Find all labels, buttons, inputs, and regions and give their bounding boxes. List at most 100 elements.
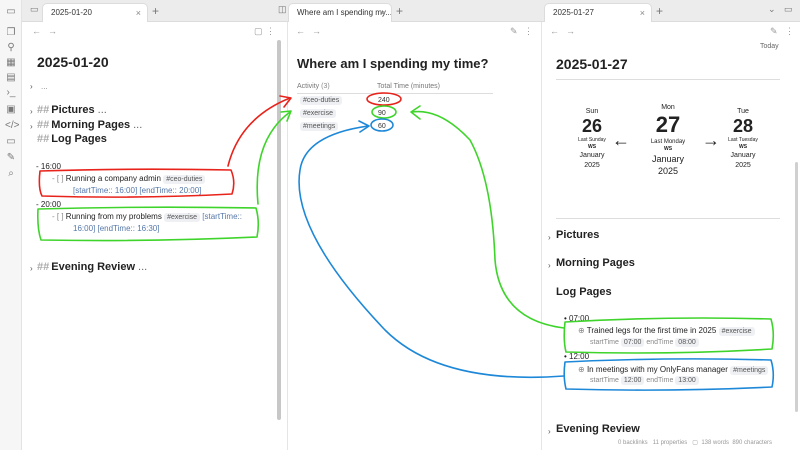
tab-2025-01-27[interactable]: 2025-01-27 × [544, 3, 652, 22]
table-cell-activity[interactable]: #ceo-duties [300, 96, 343, 105]
back-arrow-icon[interactable]: ← [550, 26, 559, 36]
page-title: 2025-01-20 [37, 54, 109, 70]
arrow-right-icon[interactable]: → [702, 130, 720, 151]
chevron-right-icon[interactable]: › [548, 261, 551, 270]
calendar-next-day[interactable]: Tue 28 Last Tuesday WS January 2025 [722, 108, 764, 171]
calendar-icon[interactable]: ▤ [5, 72, 17, 84]
note-pane-right: ← → ✎ ⋮ Today 2025-01-27 Sun 26 Last Sun… [541, 22, 800, 450]
tab-2025-01-20[interactable]: 2025-01-20 × [42, 3, 148, 22]
heading-morning-pages: ## Morning Pages... [37, 119, 143, 131]
heading-morning-pages: Morning Pages [556, 257, 635, 269]
new-tab-button[interactable]: + [656, 3, 663, 19]
chevron-down-icon[interactable]: ⌄ [768, 4, 776, 15]
column-header-activity[interactable]: Activity (3) [297, 83, 330, 90]
table-cell-activity[interactable]: #meetings [300, 122, 339, 131]
heading-evening-review: ## Evening Review... [37, 261, 148, 273]
word-count: 138 words [701, 440, 729, 446]
task-properties: 16:00] [endTime:: 16:30] [73, 224, 160, 233]
tab-label: Where am I spending my... [297, 8, 392, 17]
calendar-current-day: Mon 27 Last Monday WS January 2025 [650, 104, 686, 176]
chevron-right-icon[interactable]: › [30, 107, 33, 116]
sidebar-right-toggle-icon[interactable]: ▭ [784, 4, 793, 15]
forward-arrow-icon[interactable]: → [48, 26, 57, 36]
divider [556, 218, 780, 219]
task-properties: [startTime:: 16:00] [endTime:: 20:00] [73, 186, 202, 195]
chevron-right-icon[interactable]: › [30, 264, 33, 273]
forward-arrow-icon[interactable]: → [312, 26, 321, 36]
new-tab-button[interactable]: + [396, 3, 403, 19]
close-icon[interactable]: × [136, 4, 141, 22]
tab-where-am-i[interactable]: Where am I spending my... × [288, 3, 392, 22]
chevron-right-icon[interactable]: › [548, 233, 551, 242]
calendar-prev-day[interactable]: Sun 26 Last Sunday WS January 2025 [572, 108, 612, 171]
task-properties: startTime 12:00 endTime 13:00 [590, 376, 699, 385]
layout-icon[interactable]: ◫ [278, 4, 287, 15]
table-cell-activity[interactable]: #exercise [300, 109, 336, 118]
log-time-1600: - 16:00 [36, 162, 61, 171]
close-icon[interactable]: × [640, 4, 645, 22]
search-icon[interactable]: ⌕ [5, 168, 17, 180]
back-arrow-icon[interactable]: ← [296, 26, 305, 36]
heading-pictures: Pictures [556, 229, 600, 241]
close-icon[interactable]: × [380, 4, 385, 22]
task-item[interactable]: ⊕ Trained legs for the first time in 202… [578, 326, 755, 336]
properties-count[interactable]: 11 properties [653, 440, 688, 446]
divider [556, 79, 780, 80]
code-icon[interactable]: </> [5, 120, 19, 132]
task-item[interactable]: - [ ] Running from my problems #exercise… [52, 212, 242, 222]
log-time-0700: • 07:00 [564, 314, 590, 323]
note-pane-left: ← → ▢ ⋮ 2025-01-20 › ... › ## Pictures...… [22, 22, 277, 450]
left-ribbon: ▭ ❐ ⚲ ▦ ▤ ›_ ▣ </> ▭ ✎ ⌕ [0, 0, 22, 450]
table-cell-total: 90 [378, 110, 386, 117]
note-pane-middle: ← → ✎ ⋮ Where am I spending my time? Act… [287, 22, 540, 450]
heading-log-pages: Log Pages [556, 286, 612, 298]
task-item[interactable]: - [ ] Running a company admin #ceo-dutie… [52, 174, 206, 184]
chevron-right-icon[interactable]: › [548, 427, 551, 436]
table-divider [297, 93, 493, 94]
chevron-right-icon[interactable]: › [30, 122, 33, 131]
table-cell-total: 60 [378, 123, 386, 130]
graph-icon[interactable]: ⚲ [5, 42, 17, 54]
heading-log-pages: ## Log Pages [37, 133, 107, 145]
page-title: 2025-01-27 [556, 56, 628, 72]
edit-icon[interactable]: ✎ [510, 26, 518, 37]
log-time-1200: • 12:00 [564, 352, 590, 361]
heading-evening-review: Evening Review [556, 423, 640, 435]
scrollbar[interactable] [795, 162, 798, 412]
status-bar: 0 backlinks 11 properties ▢ 138 words 89… [618, 439, 772, 446]
collapsed-indicator: ... [41, 82, 48, 91]
arrow-left-icon[interactable]: ← [612, 130, 630, 151]
log-time-2000: - 20:00 [36, 200, 61, 209]
terminal-icon[interactable]: ›_ [5, 87, 17, 99]
task-properties: startTime 07:00 endTime 08:00 [590, 338, 699, 347]
today-button[interactable]: Today [760, 43, 779, 50]
forward-arrow-icon[interactable]: → [566, 26, 575, 36]
book-icon[interactable]: ▢ [254, 26, 263, 37]
canvas-icon[interactable]: ▦ [5, 57, 17, 69]
pane-resize-handle[interactable] [277, 40, 281, 420]
tag-icon[interactable]: ✎ [5, 152, 17, 164]
sidebar-toggle-icon[interactable]: ▭ [30, 4, 39, 15]
tab-label: 2025-01-27 [553, 8, 594, 17]
tab-label: 2025-01-20 [51, 8, 92, 17]
layout-icon[interactable]: ▭ [5, 136, 17, 148]
files-icon[interactable]: ❐ [5, 27, 17, 39]
tab-bar: ▭ 2025-01-20 × + ◫ Where am I spending m… [22, 0, 800, 22]
app-window: ▭ ❐ ⚲ ▦ ▤ ›_ ▣ </> ▭ ✎ ⌕ ▭ 2025-01-20 × … [0, 0, 800, 450]
edit-icon[interactable]: ✎ [770, 26, 778, 37]
chevron-right-icon[interactable]: › [30, 82, 33, 91]
back-arrow-icon[interactable]: ← [32, 26, 41, 36]
template-icon[interactable]: ▣ [5, 104, 17, 116]
page-title: Where am I spending my time? [297, 56, 489, 71]
column-header-total-time[interactable]: Total Time (minutes) [377, 83, 440, 90]
more-icon[interactable]: ⋮ [785, 26, 794, 37]
sidebar-toggle-icon[interactable]: ▭ [5, 6, 17, 18]
more-icon[interactable]: ⋮ [266, 26, 275, 37]
character-count: 890 characters [732, 440, 773, 446]
task-item[interactable]: ⊕ In meetings with my OnlyFans manager #… [578, 365, 769, 375]
book-icon: ▢ [692, 440, 698, 446]
more-icon[interactable]: ⋮ [524, 26, 533, 37]
backlinks-count[interactable]: 0 backlinks [618, 440, 648, 446]
new-tab-button[interactable]: + [152, 3, 159, 19]
heading-pictures: ## Pictures... [37, 104, 107, 116]
